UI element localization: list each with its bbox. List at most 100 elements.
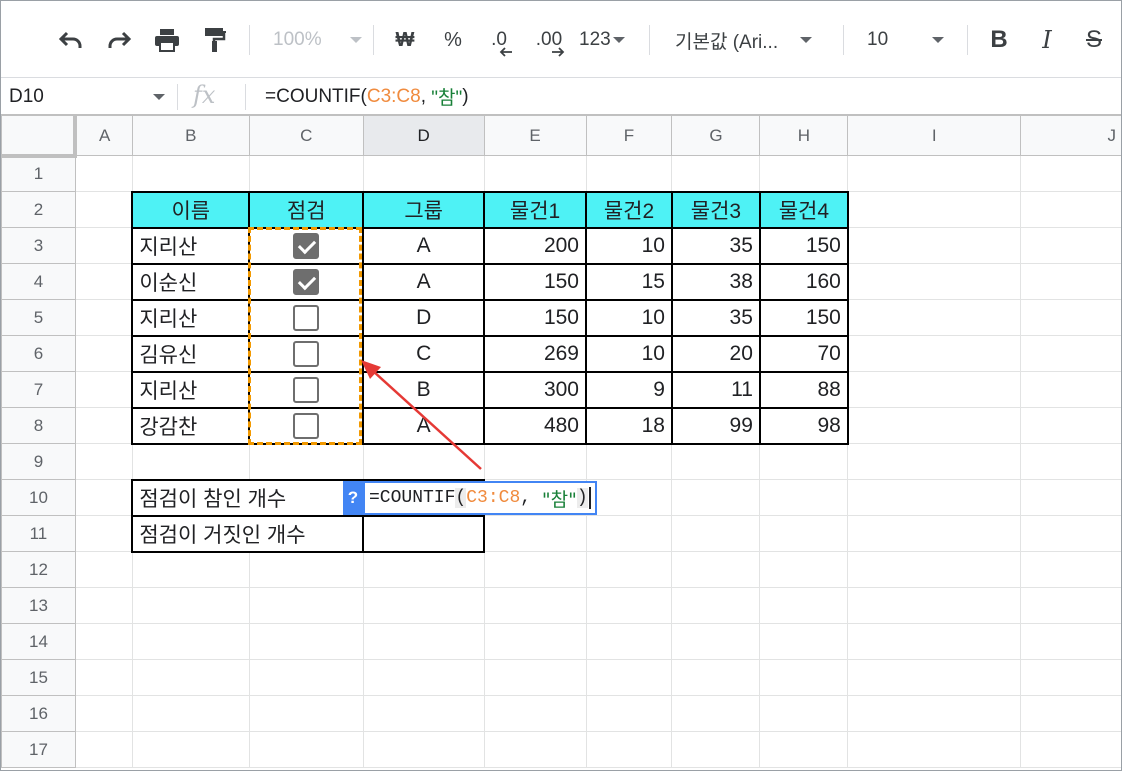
cell[interactable]: [1020, 587, 1121, 624]
cell[interactable]: [1020, 515, 1121, 552]
cell-item4[interactable]: 150: [758, 226, 849, 265]
row-header[interactable]: 4: [1, 263, 76, 300]
column-header[interactable]: F: [585, 115, 673, 156]
cell[interactable]: [74, 623, 133, 660]
cell-group[interactable]: A: [362, 226, 486, 265]
cell-editor-input[interactable]: =COUNTIF(C3:C8, "참"): [363, 481, 597, 515]
cell[interactable]: [483, 443, 587, 480]
row-header[interactable]: 5: [1, 299, 76, 336]
cell[interactable]: [1020, 371, 1121, 408]
bold-button[interactable]: B: [983, 23, 1015, 57]
cell-item1[interactable]: 150: [483, 262, 587, 301]
cell[interactable]: [671, 587, 761, 624]
cell[interactable]: [759, 551, 849, 588]
cell[interactable]: [74, 299, 133, 336]
redo-icon[interactable]: [101, 23, 137, 57]
cell-group[interactable]: B: [362, 370, 486, 409]
cell-item4[interactable]: 150: [758, 298, 849, 337]
cell[interactable]: [483, 551, 587, 588]
cell[interactable]: [74, 227, 133, 264]
cell[interactable]: [585, 443, 673, 480]
cell[interactable]: [847, 443, 1022, 480]
increase-decimal-button[interactable]: .00: [529, 23, 569, 57]
cell[interactable]: [759, 155, 849, 192]
cell[interactable]: [74, 407, 133, 444]
column-header-selected[interactable]: D: [362, 115, 485, 156]
row-header[interactable]: 3: [1, 227, 76, 264]
checkbox-checked[interactable]: [293, 268, 320, 295]
cell-item2[interactable]: 10: [585, 298, 673, 337]
column-header[interactable]: I: [847, 115, 1022, 156]
cell[interactable]: [483, 659, 587, 696]
cell[interactable]: [1020, 659, 1121, 696]
cell-item4[interactable]: 88: [758, 370, 849, 409]
cell[interactable]: [362, 623, 485, 660]
row-header[interactable]: 11: [1, 515, 76, 552]
cell[interactable]: [847, 371, 1022, 408]
cell[interactable]: [847, 155, 1022, 192]
cell[interactable]: [671, 623, 761, 660]
cell[interactable]: [1020, 623, 1121, 660]
cell[interactable]: [585, 659, 673, 696]
cell[interactable]: [585, 731, 673, 768]
header-cell-name[interactable]: 이름: [131, 190, 251, 229]
cell[interactable]: [248, 587, 364, 624]
column-header[interactable]: J: [1020, 115, 1121, 156]
header-cell-item4[interactable]: 물건4: [758, 190, 849, 229]
cell-item2[interactable]: 10: [585, 334, 673, 373]
cell-item2[interactable]: 15: [585, 262, 673, 301]
cell-item4[interactable]: 98: [758, 406, 849, 445]
cell-item4[interactable]: 160: [758, 262, 849, 301]
cell[interactable]: [483, 515, 587, 552]
cell[interactable]: [585, 479, 673, 516]
cell[interactable]: [131, 659, 250, 696]
cell[interactable]: [74, 371, 133, 408]
cell[interactable]: [759, 515, 849, 552]
cell[interactable]: [585, 695, 673, 732]
summary-false-label[interactable]: 점검이 거짓인 개수: [131, 514, 365, 553]
more-formats-button[interactable]: 123: [579, 23, 625, 57]
column-header[interactable]: C: [248, 115, 364, 156]
cell[interactable]: [74, 443, 133, 480]
cell-check[interactable]: [248, 262, 365, 301]
column-header[interactable]: E: [483, 115, 587, 156]
cell[interactable]: [362, 695, 485, 732]
cell[interactable]: [585, 551, 673, 588]
font-size-select[interactable]: 10: [867, 23, 945, 57]
cell[interactable]: [131, 155, 250, 192]
cell[interactable]: [483, 731, 587, 768]
cell[interactable]: [248, 695, 364, 732]
cell[interactable]: [483, 587, 587, 624]
cell[interactable]: [585, 155, 673, 192]
cell-group[interactable]: A: [362, 406, 486, 445]
checkbox-checked[interactable]: [293, 232, 320, 259]
cell[interactable]: [74, 515, 133, 552]
percent-format-button[interactable]: %: [437, 23, 469, 57]
cell[interactable]: [248, 155, 364, 192]
row-header[interactable]: 17: [1, 731, 76, 768]
row-header[interactable]: 6: [1, 335, 76, 372]
checkbox-unchecked[interactable]: [293, 376, 320, 403]
formula-input[interactable]: =COUNTIF(C3:C8, "참"): [265, 78, 469, 115]
cell-item4[interactable]: 70: [758, 334, 849, 373]
cell[interactable]: [1020, 551, 1121, 588]
cell-editor[interactable]: ? =COUNTIF(C3:C8, "참"): [343, 481, 597, 515]
cell-name[interactable]: 이순신: [131, 262, 251, 301]
cell[interactable]: [847, 695, 1022, 732]
row-header[interactable]: 14: [1, 623, 76, 660]
cell[interactable]: [248, 659, 364, 696]
cell[interactable]: [759, 623, 849, 660]
cell[interactable]: [847, 515, 1022, 552]
decrease-decimal-button[interactable]: .0: [481, 23, 517, 57]
row-header[interactable]: 1: [1, 155, 76, 192]
cell[interactable]: [1020, 191, 1121, 228]
cell[interactable]: [74, 731, 133, 768]
cell[interactable]: [74, 335, 133, 372]
cell[interactable]: [671, 659, 761, 696]
checkbox-unchecked[interactable]: [293, 340, 320, 367]
cell[interactable]: [74, 551, 133, 588]
cell[interactable]: [248, 443, 364, 480]
cell-group[interactable]: A: [362, 262, 486, 301]
cell-item2[interactable]: 18: [585, 406, 673, 445]
cell[interactable]: [671, 155, 761, 192]
